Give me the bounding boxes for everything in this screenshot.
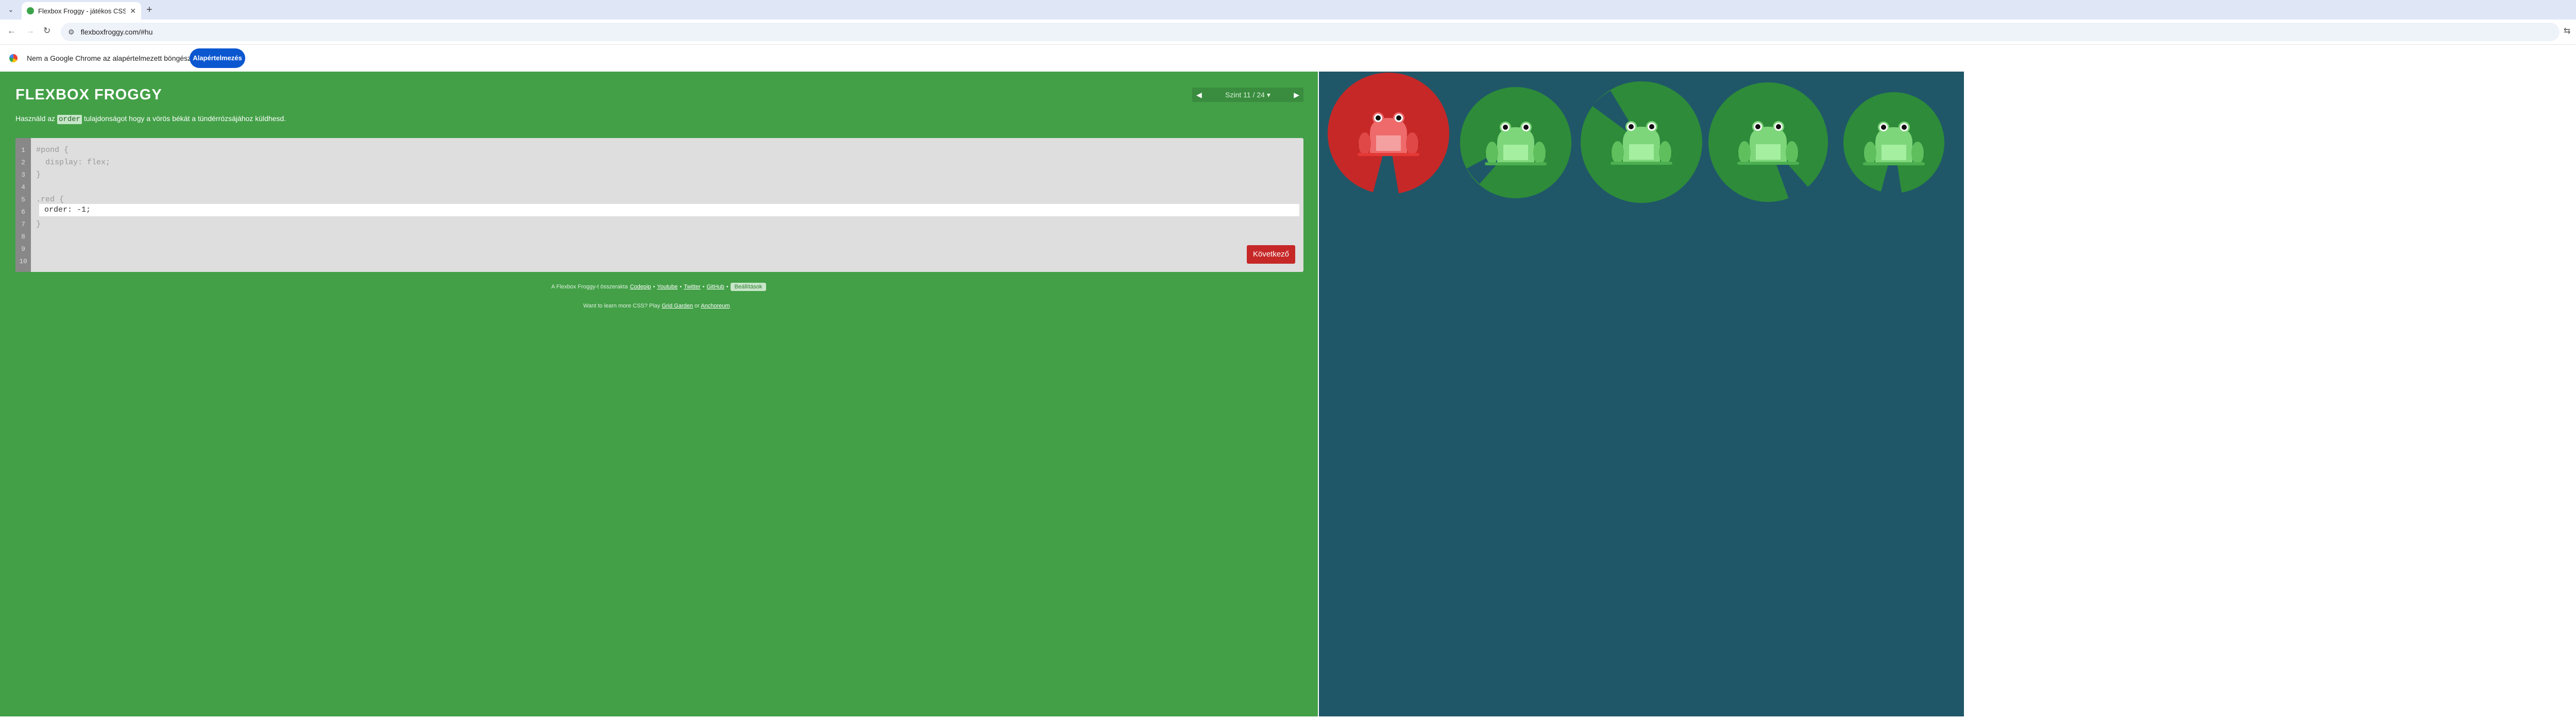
line-number: 1	[21, 146, 25, 154]
frog-favicon-icon	[27, 7, 34, 14]
footer-link-github[interactable]: GitHub	[707, 284, 724, 290]
reload-icon[interactable]: ↻	[43, 26, 50, 36]
tab-strip: ⌄ Flexbox Froggy - játékos CSS t ✕ + — ❐…	[0, 0, 2576, 20]
code-editor: 1 2 3 4 5 6 7 8 9 10 #pond { display: flex; } .re…	[15, 138, 1303, 272]
tab-search-icon[interactable]: ⌄	[5, 4, 16, 15]
translate-icon[interactable]: ⇆	[2564, 26, 2570, 36]
game-logo: FLEXBOX FROGGY	[15, 87, 162, 103]
footer-prefix: A Flexbox Froggy-t összerakta	[551, 284, 628, 290]
code-input[interactable]: order: -1;	[39, 204, 1299, 216]
close-tab-icon[interactable]: ✕	[130, 7, 136, 15]
level-label: Szint 11 / 24	[1225, 90, 1265, 99]
next-level-icon[interactable]: ▶	[1294, 91, 1299, 99]
address-bar[interactable]: ⚙ flexboxfroggy.com/#hu	[61, 23, 2560, 41]
code-bottom: }	[36, 220, 41, 229]
footer-link-youtube[interactable]: Youtube	[657, 284, 677, 290]
prev-level-icon[interactable]: ◀	[1196, 91, 1202, 99]
infobar-message: Nem a Google Chrome az alapértelmezett b…	[27, 54, 195, 62]
back-icon[interactable]: ←	[7, 26, 16, 36]
line-number: 8	[21, 233, 25, 241]
line-number: 4	[21, 183, 25, 191]
footer2-prefix: Want to learn more CSS? Play	[583, 303, 660, 309]
footer-credits: A Flexbox Froggy-t összerakta Codepip • Y…	[551, 283, 767, 291]
footer2-or: or	[694, 303, 700, 309]
browser-tab[interactable]: Flexbox Froggy - játékos CSS t ✕	[22, 2, 141, 20]
blank-area	[1964, 72, 2576, 716]
code-top: #pond { display: flex; } .red {	[36, 146, 111, 204]
footer-link-twitter[interactable]: Twitter	[684, 284, 700, 290]
pond-canvas	[1328, 73, 1944, 203]
footer-link-codepip[interactable]: Codepip	[630, 284, 651, 290]
line-number: 6	[21, 208, 25, 216]
next-button[interactable]: Következő	[1247, 245, 1295, 264]
line-number: 7	[21, 220, 25, 228]
level-selector[interactable]: ◀ Szint 11 / 24 ▾ ▶	[1192, 88, 1303, 102]
settings-button[interactable]: Beállítások	[730, 283, 767, 291]
new-tab-button[interactable]: +	[146, 4, 152, 15]
forward-icon[interactable]: →	[26, 26, 35, 36]
line-number: 3	[21, 171, 25, 179]
line-number: 5	[21, 196, 25, 203]
line-numbers: 1 2 3 4 5 6 7 8 9 10	[15, 138, 31, 272]
level-indicator[interactable]: Szint 11 / 24 ▾	[1225, 91, 1270, 99]
chrome-logo-icon	[9, 54, 18, 62]
url-text: flexboxfroggy.com/#hu	[80, 28, 153, 36]
line-number: 2	[21, 159, 25, 166]
site-info-icon[interactable]: ⚙	[68, 28, 75, 37]
set-default-button[interactable]: Alapértelmezés	[190, 48, 245, 68]
tab-title: Flexbox Froggy - játékos CSS t	[38, 7, 126, 15]
instruction-text: tulajdonságot hogy a vörös békát a tündé…	[81, 114, 286, 123]
browser-toolbar: ← → ↻ ⚙ flexboxfroggy.com/#hu ⇆ ☆ TK ⋮	[0, 20, 2576, 44]
instruction-text: Használd az	[15, 114, 57, 123]
anchoreum-link[interactable]: Anchoreum	[701, 303, 730, 309]
instruction-code: order	[57, 115, 82, 124]
pond	[1319, 72, 1964, 716]
default-browser-infobar: Nem a Google Chrome az alapértelmezett b…	[0, 44, 2576, 72]
footer-promo: Want to learn more CSS? Play Grid Garden…	[583, 303, 730, 309]
instructions: Használd az order tulajdonságot hogy a v…	[15, 114, 286, 124]
line-number: 9	[21, 245, 25, 253]
line-number: 10	[19, 258, 27, 265]
grid-garden-link[interactable]: Grid Garden	[662, 303, 693, 309]
